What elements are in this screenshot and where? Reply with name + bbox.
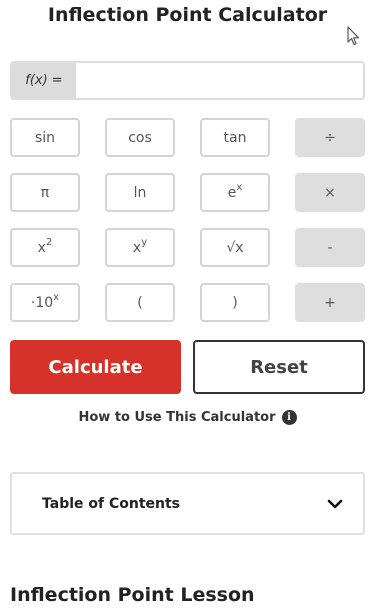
toc-label: Table of Contents [42, 495, 181, 512]
key-sqrt[interactable]: √x [200, 228, 270, 267]
how-to-use-text: How to Use This Calculator [78, 410, 276, 425]
key-exp[interactable]: ex [200, 173, 270, 212]
key-minus[interactable]: - [295, 228, 365, 267]
key-close-paren[interactable]: ) [200, 283, 270, 322]
key-cos[interactable]: cos [105, 118, 175, 157]
function-field[interactable]: f(x) = [10, 61, 365, 100]
key-times-ten-power[interactable]: ·10 x [10, 283, 80, 322]
key-square[interactable]: x2 [10, 228, 80, 267]
key-ln[interactable]: ln [105, 173, 175, 212]
lesson-heading: Inflection Point Lesson [10, 584, 255, 606]
page-title: Inflection Point Calculator [47, 4, 328, 26]
key-tan[interactable]: tan [200, 118, 270, 157]
key-open-paren[interactable]: ( [105, 283, 175, 322]
how-to-use-link[interactable]: How to Use This Calculator i [0, 410, 375, 425]
key-multiply[interactable]: × [295, 173, 365, 212]
key-power[interactable]: xy [105, 228, 175, 267]
mouse-cursor-icon [347, 26, 360, 46]
key-sin[interactable]: sin [10, 118, 80, 157]
info-icon: i [281, 410, 297, 425]
key-pi[interactable]: π [10, 173, 80, 212]
table-of-contents-toggle[interactable]: Table of Contents [10, 472, 365, 535]
chevron-down-icon [327, 499, 343, 508]
key-divide[interactable]: ÷ [295, 118, 365, 157]
calculate-button[interactable]: Calculate [10, 340, 181, 394]
key-plus[interactable]: + [295, 283, 365, 322]
reset-button[interactable]: Reset [193, 340, 365, 394]
function-label: f(x) = [12, 63, 76, 98]
function-input[interactable] [76, 63, 363, 98]
